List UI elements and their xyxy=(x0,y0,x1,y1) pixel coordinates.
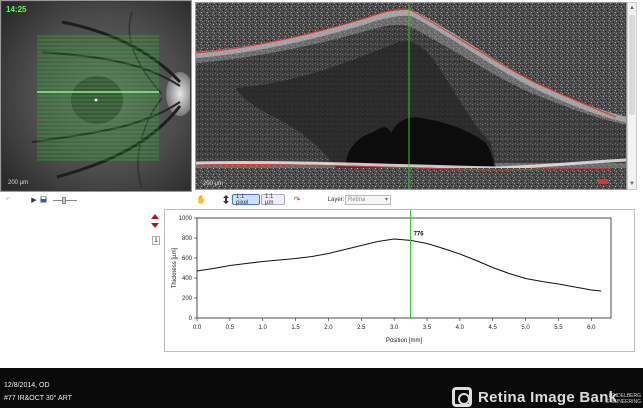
brand-label: HEIDELBERG ENGINEERING xyxy=(601,393,641,405)
x-tick-label: 5.5 xyxy=(554,325,563,331)
brand-line-2: ENGINEERING xyxy=(605,399,641,405)
undo-icon[interactable]: ↶ xyxy=(4,194,12,205)
layer-label: Layer: xyxy=(327,196,345,203)
fundus-image[interactable]: 14:25 200 µm xyxy=(2,2,190,190)
scrollbar-thumb[interactable] xyxy=(629,15,635,115)
layer-tool-icon[interactable]: ↷ xyxy=(293,194,301,205)
x-axis-label: Position [mm] xyxy=(386,338,423,344)
scan-area xyxy=(37,36,159,160)
chart-axes xyxy=(196,217,612,319)
x-tick-label: 0.5 xyxy=(226,325,235,331)
chevron-down-icon: ▾ xyxy=(384,196,388,203)
watermark-text: Retina Image Bank xyxy=(478,388,618,406)
retina-image-bank-logo-icon xyxy=(452,387,472,407)
y-tick-label: 200 xyxy=(182,296,193,302)
x-tick-label: 2.0 xyxy=(324,325,333,331)
scroll-down-icon[interactable]: ▼ xyxy=(628,179,636,189)
fundus-timestamp: 14:25 xyxy=(6,5,27,14)
exam-date: 12/8/2014, OD xyxy=(4,382,50,389)
x-tick-label: 1.5 xyxy=(291,325,300,331)
brightness-slider[interactable] xyxy=(53,197,77,204)
play-icon[interactable]: ▶ xyxy=(30,194,38,205)
x-tick-label: 5.0 xyxy=(521,325,530,331)
x-tick-label: 3.0 xyxy=(390,325,399,331)
boundary-marker xyxy=(598,179,608,184)
y-tick-label: 1000 xyxy=(179,216,193,222)
scan-description: #77 IR&OCT 30° ART xyxy=(4,395,72,402)
x-tick-label: 6.0 xyxy=(587,325,596,331)
x-tick-label: 4.0 xyxy=(456,325,465,331)
fundus-scale-label: 200 µm xyxy=(8,180,29,186)
oct-vertical-scrollbar[interactable]: ▲ ▼ xyxy=(627,2,637,190)
aspect-1-1-pixel-button[interactable]: 1:1 pixel xyxy=(232,194,260,206)
watermark: Retina Image Bank xyxy=(452,386,617,408)
x-tick-label: 2.5 xyxy=(357,325,366,331)
layer-dropdown-value: Retina xyxy=(348,196,366,203)
x-tick-label: 0.0 xyxy=(193,325,202,331)
y-tick-label: 800 xyxy=(182,236,193,242)
page-number[interactable]: 1 xyxy=(152,236,160,245)
y-axis-label: Thickness [µm] xyxy=(172,247,178,288)
x-tick-label: 3.5 xyxy=(423,325,432,331)
y-tick-label: 0 xyxy=(189,316,193,322)
thickness-plot-panel: 0.0 0.5 1.0 1.5 2.0 2.5 3.0 3.5 4.0 4.5 5.0 5.5 6.0 0… xyxy=(164,209,635,352)
save-icon[interactable] xyxy=(39,194,47,205)
hand-pan-icon[interactable]: ✋ xyxy=(196,194,206,205)
scroll-up-icon[interactable]: ▲ xyxy=(628,3,636,13)
thickness-chart[interactable]: 0.0 0.5 1.0 1.5 2.0 2.5 3.0 3.5 4.0 4.5 5.0 5.5 6.0 0… xyxy=(165,210,636,353)
oct-scale-label: 200 µm xyxy=(203,181,224,187)
y-tick-label: 600 xyxy=(182,256,193,262)
x-tick-label: 4.5 xyxy=(489,325,498,331)
oct-svg xyxy=(196,3,626,189)
fovea-marker xyxy=(94,98,98,102)
sort-arrows-icon[interactable] xyxy=(148,212,162,232)
slider-knob[interactable] xyxy=(62,197,66,204)
layer-dropdown[interactable]: Retina ▾ xyxy=(345,194,391,205)
side-controls xyxy=(148,212,162,252)
chart-ticks: 0.0 0.5 1.0 1.5 2.0 2.5 3.0 3.5 4.0 4.5 5.0 5.5 6.0 0… xyxy=(179,216,596,331)
vertical-zoom-icon[interactable] xyxy=(222,194,230,205)
toolbar: ↶ ▶ ✋ 1:1 pixel 1:1 µm ↷ Layer: Retina ▾ xyxy=(0,192,643,208)
y-tick-label: 400 xyxy=(182,276,193,282)
thickness-series-line xyxy=(196,238,602,292)
oct-bscan-image[interactable]: 200 µm xyxy=(195,2,627,190)
plot-frame xyxy=(196,217,612,319)
aspect-1-1-um-button[interactable]: 1:1 µm xyxy=(261,194,285,206)
cursor-value-label: 776 xyxy=(414,231,425,237)
x-tick-label: 1.0 xyxy=(259,325,268,331)
fundus-svg xyxy=(2,2,190,190)
